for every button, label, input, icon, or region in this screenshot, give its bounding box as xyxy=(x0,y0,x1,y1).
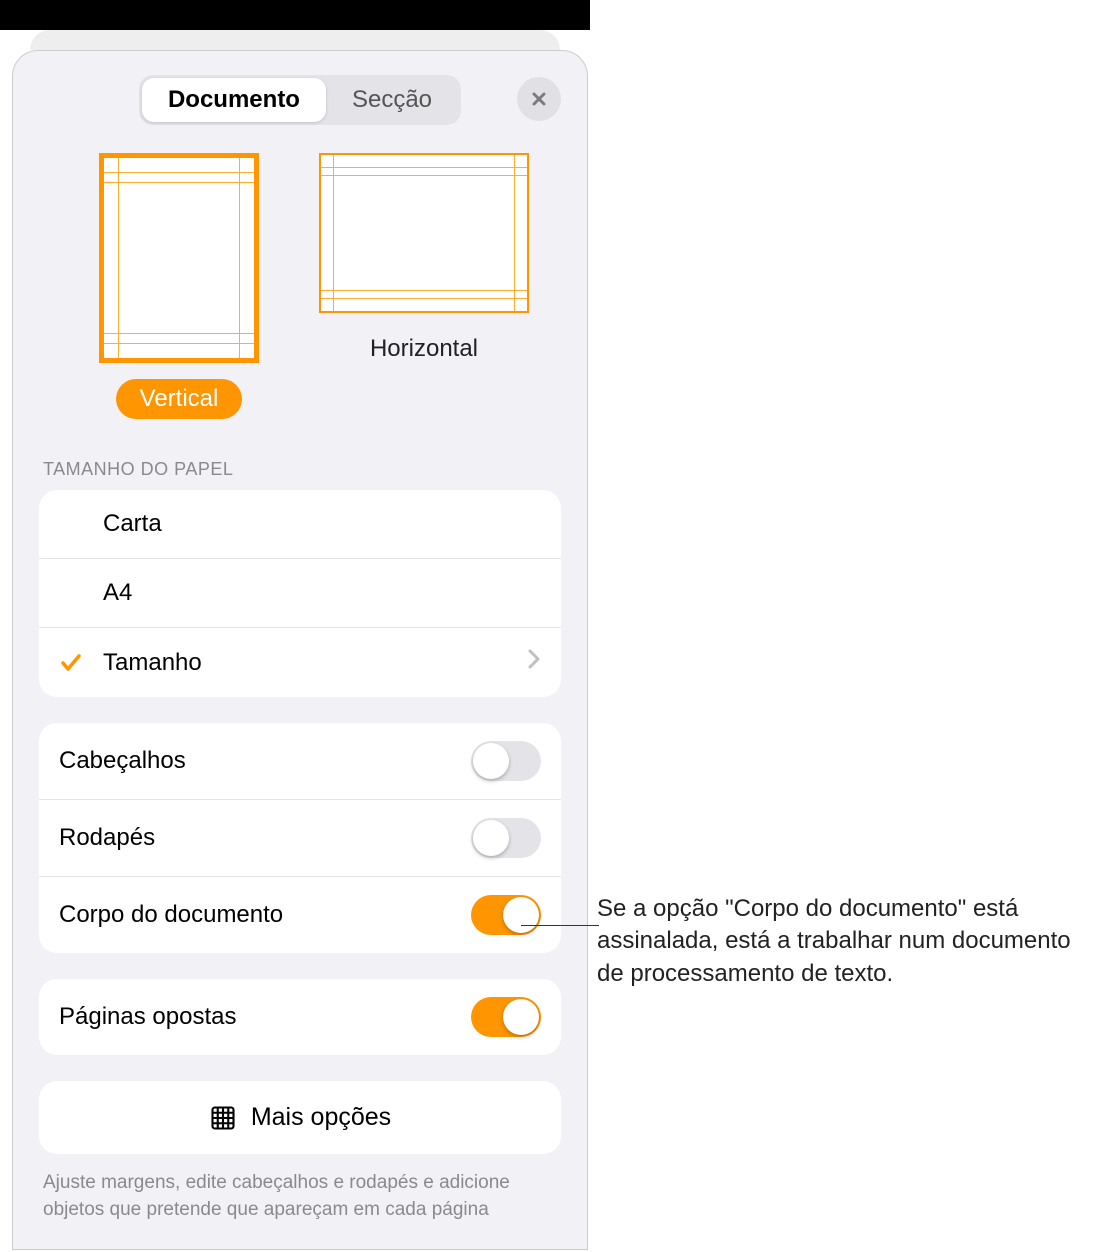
callout-leader-line xyxy=(521,925,599,926)
close-button[interactable] xyxy=(517,77,561,121)
document-settings-panel: Documento Secção Vertical xyxy=(12,50,588,1250)
header-footer-group: Cabeçalhos Rodapés Corpo do documento xyxy=(39,723,561,953)
orientation-vertical-label: Vertical xyxy=(116,379,243,419)
paper-size-custom-row[interactable]: Tamanho xyxy=(39,628,561,697)
facing-pages-toggle[interactable] xyxy=(471,997,541,1037)
more-options-label: Mais opções xyxy=(251,1103,391,1132)
check-icon xyxy=(59,651,83,675)
orientation-horizontal-option[interactable]: Horizontal xyxy=(319,153,529,419)
footers-label: Rodapés xyxy=(59,824,155,852)
paper-size-a4-label: A4 xyxy=(103,579,541,607)
panel-header: Documento Secção xyxy=(39,75,561,125)
document-body-label: Corpo do documento xyxy=(59,901,283,929)
headers-toggle[interactable] xyxy=(471,741,541,781)
facing-pages-group: Páginas opostas xyxy=(39,979,561,1055)
tab-section[interactable]: Secção xyxy=(326,78,458,122)
headers-label: Cabeçalhos xyxy=(59,747,186,775)
paper-size-custom-check xyxy=(59,651,103,675)
paper-size-header: Tamanho do papel xyxy=(43,459,557,480)
paper-size-custom-label: Tamanho xyxy=(103,649,527,677)
headers-row: Cabeçalhos xyxy=(39,723,561,800)
top-black-bar xyxy=(0,0,590,30)
grid-icon xyxy=(209,1104,237,1132)
footers-row: Rodapés xyxy=(39,800,561,877)
chevron-right-icon xyxy=(527,648,541,677)
footers-toggle[interactable] xyxy=(471,818,541,858)
tab-segmented-control[interactable]: Documento Secção xyxy=(139,75,461,125)
paper-size-list: Carta A4 Tamanho xyxy=(39,490,561,697)
tab-document[interactable]: Documento xyxy=(142,78,326,122)
orientation-selector: Vertical Horizontal xyxy=(39,153,561,419)
facing-pages-label: Páginas opostas xyxy=(59,1003,236,1031)
orientation-vertical-option[interactable]: Vertical xyxy=(99,153,259,419)
orientation-horizontal-label: Horizontal xyxy=(346,329,502,369)
page-thumb-vertical xyxy=(99,153,259,363)
more-options-button[interactable]: Mais opções xyxy=(39,1081,561,1154)
paper-size-letter-row[interactable]: Carta xyxy=(39,490,561,559)
footer-hint-text: Ajuste margens, edite cabeçalhos e rodap… xyxy=(39,1170,561,1223)
facing-pages-row: Páginas opostas xyxy=(39,979,561,1055)
callout-text: Se a opção "Corpo do documento" está ass… xyxy=(597,893,1077,990)
paper-size-a4-row[interactable]: A4 xyxy=(39,559,561,628)
sheet-backdrop xyxy=(30,30,560,50)
document-body-row: Corpo do documento xyxy=(39,877,561,953)
paper-size-letter-label: Carta xyxy=(103,510,541,538)
document-body-toggle[interactable] xyxy=(471,895,541,935)
close-icon xyxy=(529,89,549,109)
sheet-container: Documento Secção Vertical xyxy=(0,30,590,1250)
page-thumb-horizontal xyxy=(319,153,529,313)
